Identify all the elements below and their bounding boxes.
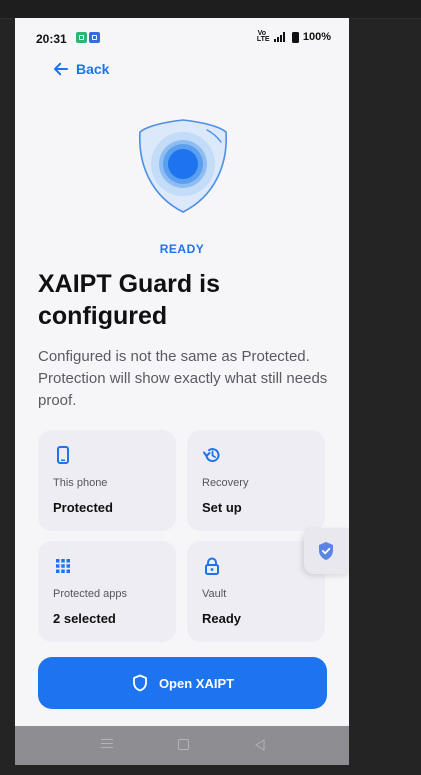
phone-screen: 20:31 Vo LTE 100% Back READY XAIPT Guard… — [15, 18, 349, 765]
card-this-phone[interactable]: This phone Protected — [38, 430, 176, 531]
window-top-strip — [0, 0, 421, 19]
card-label: Vault — [202, 588, 227, 600]
page-subtitle: Configured is not the same as Protected.… — [38, 348, 328, 409]
phone-icon — [57, 446, 69, 464]
back-label: Back — [76, 61, 110, 77]
page-title: XAIPT Guard is configured — [38, 270, 220, 330]
floating-shield-button[interactable] — [304, 528, 349, 574]
card-value: 2 selected — [53, 611, 116, 626]
status-bar: 20:31 Vo LTE 100% — [15, 18, 349, 58]
arrow-left-icon — [54, 62, 68, 76]
apps-grid-icon — [56, 559, 70, 573]
shield-check-icon — [319, 542, 333, 560]
card-recovery[interactable]: Recovery Set up — [187, 430, 325, 531]
recents-icon[interactable] — [101, 739, 113, 748]
card-value: Ready — [202, 611, 242, 626]
card-label: This phone — [53, 477, 108, 489]
volte-icon: Vo LTE — [256, 30, 270, 43]
notification-icon-green — [76, 32, 87, 43]
battery-percent: 100% — [302, 31, 331, 43]
battery-icon — [291, 31, 299, 43]
system-nav-bar — [15, 726, 349, 765]
shield-icon — [133, 674, 147, 692]
notification-icon-blue — [89, 32, 100, 43]
status-time: 20:31 — [36, 32, 67, 46]
lock-icon — [205, 557, 219, 575]
restore-icon — [203, 448, 220, 463]
card-value: Protected — [53, 500, 113, 515]
card-label: Protected apps — [53, 588, 127, 600]
status-indicators: Vo LTE 100% — [256, 30, 331, 43]
card-protected-apps[interactable]: Protected apps 2 selected — [38, 541, 176, 642]
home-icon[interactable] — [178, 739, 189, 750]
card-value: Set up — [202, 500, 242, 515]
open-xaipt-button[interactable]: Open XAIPT — [38, 657, 327, 709]
nav-back-icon[interactable] — [254, 739, 266, 751]
open-xaipt-label: Open XAIPT — [158, 675, 235, 691]
shield-illustration-icon — [139, 119, 227, 213]
signal-icon — [273, 32, 285, 42]
card-label: Recovery — [202, 477, 249, 489]
back-button[interactable]: Back — [52, 60, 109, 78]
status-label: READY — [159, 242, 205, 256]
